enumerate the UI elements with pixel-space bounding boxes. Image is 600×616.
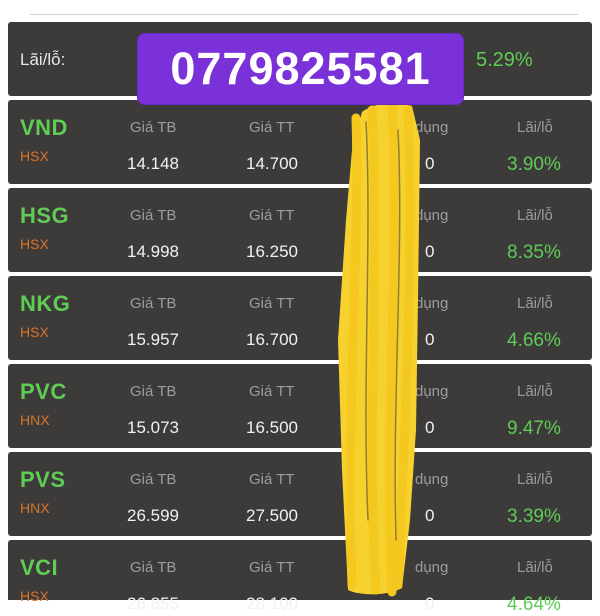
phone-number-overlay: 0779825581	[137, 33, 464, 105]
